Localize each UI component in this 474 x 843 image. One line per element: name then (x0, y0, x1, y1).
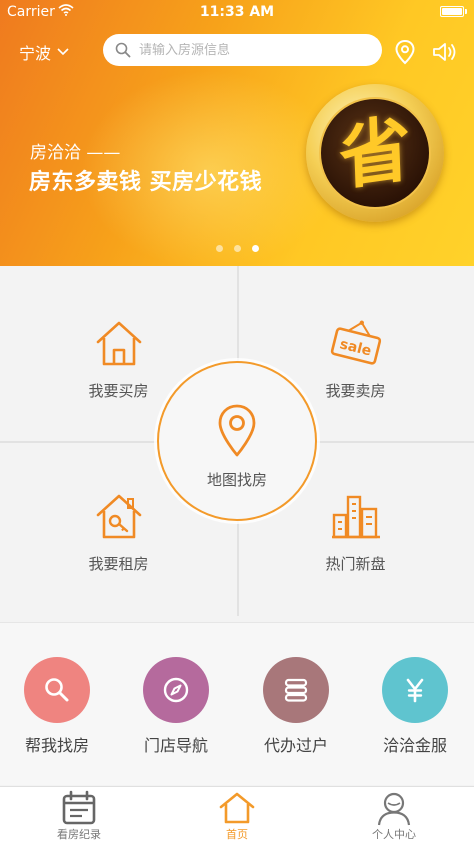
promo-banner[interactable]: 宁波 房洽洽 —— 房东多卖钱 买房少花钱 省 (0, 0, 474, 266)
stack-icon (284, 678, 308, 702)
compass-icon (163, 677, 189, 703)
home-screen: 宁波 房洽洽 —— 房东多卖钱 买房少花钱 省 (0, 0, 474, 843)
battery-icon (440, 6, 467, 17)
service-circle (143, 657, 209, 723)
rent-house-label: 我要租房 (88, 555, 149, 573)
finance-service-button[interactable]: 洽洽金服 (356, 657, 474, 756)
carousel-dot-active[interactable] (251, 245, 259, 252)
chevron-down-icon (57, 48, 69, 56)
store-navigation-label: 门店导航 (143, 736, 208, 755)
map-search-button[interactable]: 地图找房 (157, 361, 317, 521)
city-label: 宁波 (19, 44, 52, 63)
speaker-icon[interactable] (432, 41, 458, 63)
buy-house-label: 我要买房 (88, 382, 149, 400)
save-badge-inner: 省 (319, 97, 431, 209)
sale-tag-icon: sale (330, 320, 381, 365)
tab-home[interactable]: 首页 (177, 790, 297, 842)
house-icon (96, 321, 141, 366)
carousel-dot[interactable] (233, 245, 241, 252)
save-badge-char: 省 (337, 105, 413, 201)
status-bar: Carrier 11:33 AM (0, 0, 474, 24)
find-house-for-me-button[interactable]: 帮我找房 (0, 657, 116, 756)
buildings-icon (331, 495, 380, 539)
finance-service-label: 洽洽金服 (382, 736, 447, 755)
tab-viewing-records-label: 看房纪录 (57, 828, 101, 841)
map-pin-icon (218, 404, 256, 457)
find-house-for-me-label: 帮我找房 (24, 736, 89, 755)
map-search-label: 地图找房 (206, 471, 267, 489)
home-icon (219, 792, 255, 824)
new-projects-label: 热门新盘 (325, 555, 386, 573)
save-badge: 省 (306, 84, 444, 222)
store-navigation-button[interactable]: 门店导航 (117, 657, 235, 756)
banner-headline: 房东多卖钱 买房少花钱 (29, 170, 263, 195)
sell-house-label: 我要卖房 (325, 382, 386, 400)
yen-icon (406, 678, 424, 703)
tab-bar: 看房纪录 首页 个人中心 (0, 786, 474, 843)
banner-subtitle: 房洽洽 —— (30, 143, 121, 163)
service-circle (263, 657, 329, 723)
service-circle (24, 657, 90, 723)
city-selector[interactable]: 宁波 (19, 40, 69, 64)
service-circle (382, 657, 448, 723)
location-pin-icon[interactable] (394, 39, 416, 65)
calendar-icon (62, 790, 96, 825)
clock: 11:33 AM (199, 4, 275, 20)
search-icon (115, 42, 131, 58)
search-bar[interactable] (103, 34, 382, 66)
transfer-agency-label: 代办过户 (263, 736, 328, 755)
tab-profile-label: 个人中心 (372, 828, 416, 841)
carousel-dot[interactable] (215, 245, 223, 252)
search-input[interactable] (139, 42, 369, 58)
user-icon (377, 792, 411, 826)
tab-viewing-records[interactable]: 看房纪录 (19, 790, 139, 842)
tab-profile[interactable]: 个人中心 (334, 790, 454, 842)
search-icon (45, 678, 69, 702)
carousel-dots (0, 245, 474, 252)
services-row: 帮我找房 门店导航 代办过户 洽洽金服 (0, 622, 474, 785)
transfer-agency-button[interactable]: 代办过户 (237, 657, 355, 756)
tab-home-label: 首页 (226, 828, 248, 841)
house-key-icon (96, 494, 141, 539)
